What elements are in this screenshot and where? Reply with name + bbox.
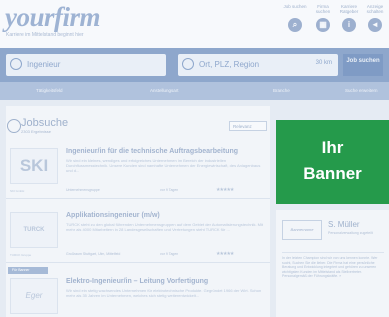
job-date: vor 9 Tagen	[160, 252, 179, 256]
job-title[interactable]: Applikationsingenieur (m/w)	[66, 212, 160, 219]
divider	[282, 252, 384, 253]
banner-line-1: Ihr	[321, 138, 344, 157]
divider	[6, 198, 270, 199]
nav-anzeige-schalten[interactable]: Anzeige schalten ◄	[362, 4, 388, 32]
search-bar: Ingenieur Ort, PLZ, Region 30 km Job suc…	[0, 48, 389, 82]
search-icon	[10, 58, 22, 70]
recruiter-name: S. Müller	[328, 220, 360, 229]
company-logo: Eger	[10, 278, 58, 314]
filter-branche[interactable]: Branche	[273, 88, 290, 93]
info-icon: i	[342, 18, 356, 32]
building-icon: ▦	[316, 18, 330, 32]
search-where-input[interactable]: Ort, PLZ, Region 30 km	[178, 54, 338, 76]
header: yourfirm Karriere im Mittelstand beginnt…	[0, 0, 389, 48]
jobsuche-icon	[7, 119, 21, 133]
radius-select[interactable]: 30 km	[316, 60, 332, 66]
tagline: Karriere im Mittelstand beginnt hier	[6, 32, 84, 38]
filter-suche-erweitern[interactable]: Suche erweitern	[345, 88, 378, 93]
nav-firma-suchen[interactable]: Firma suchen ▦	[310, 4, 336, 32]
nav-label: Job suchen	[283, 4, 307, 9]
site-logo[interactable]: yourfirm	[5, 2, 101, 33]
nav-karriere-ratgeber[interactable]: Karriere Ratgeber i	[336, 4, 362, 32]
company-logo-text: TURCK	[23, 227, 45, 233]
recruiter-role: Personalverwaltung zugeteilt	[328, 231, 373, 235]
company-source: TURCK Gruppe	[10, 253, 32, 257]
sort-select[interactable]: Relevanz	[229, 121, 267, 131]
location-pin-icon	[182, 58, 194, 70]
results-header: Jobsuche 2303 Ergebnisse	[21, 117, 68, 134]
search-where-placeholder: Ort, PLZ, Region	[199, 60, 260, 69]
search-what-input[interactable]: Ingenieur	[6, 54, 166, 76]
company-logo: TURCK	[10, 212, 58, 248]
job-location: Unternehmensgruppe	[66, 188, 100, 192]
rating-stars: ★★★★★	[216, 251, 234, 257]
filter-anstellungsart[interactable]: Anstellungsart	[150, 88, 179, 93]
job-description: Wir sind ein kleines, wendiges und erfol…	[66, 158, 261, 173]
banner-line-2: Banner	[303, 164, 362, 183]
nav-job-suchen[interactable]: Job suchen ⌕	[282, 4, 308, 32]
company-logo: SKI	[10, 148, 58, 184]
ad-banner[interactable]: Ihr Banner	[276, 120, 389, 204]
recruiter-logo: Bannername	[282, 220, 322, 240]
job-date: vor 9 Tagen	[160, 188, 179, 192]
search-icon: ⌕	[288, 18, 302, 32]
job-title[interactable]: Elektro-Ingenieur/in – Leitung Vorfertig…	[66, 278, 208, 285]
job-description: Wir sind ein stetig wachsendes Unternehm…	[66, 288, 262, 298]
nav-label: Karriere Ratgeber	[339, 4, 359, 14]
company-logo-text: Eger	[25, 291, 43, 300]
search-what-placeholder: Ingenieur	[27, 60, 61, 69]
company-logo-text: SKI	[19, 156, 49, 175]
results-title: Jobsuche	[21, 117, 69, 129]
rating-stars: ★★★★★	[216, 187, 234, 193]
job-title[interactable]: Ingenieur/in für die technische Auftrags…	[66, 148, 238, 155]
nav-label: Anzeige schalten	[366, 4, 384, 14]
divider	[6, 262, 270, 263]
nav-label: Firma suchen	[315, 4, 331, 14]
filter-bar: Tätigkeitsfeld Anstellungsart Branche Su…	[0, 82, 389, 100]
job-description: TURCK steht zu den global führenden Unte…	[66, 222, 263, 232]
results-count: 2303 Ergebnisse	[21, 129, 52, 134]
company-source: SKI GmbH	[10, 189, 25, 193]
filter-taetigkeitsfeld[interactable]: Tätigkeitsfeld	[36, 88, 63, 93]
recruiter-text: In der letzten Champion sind wir von uns…	[282, 256, 378, 278]
megaphone-icon: ◄	[368, 18, 382, 32]
fuer-banner-badge: Für Banner	[8, 267, 48, 274]
job-location: Großraum Stuttgart, Ulm, Mittelfeld	[66, 252, 121, 256]
job-suchen-button[interactable]: Job suchen	[343, 54, 383, 76]
